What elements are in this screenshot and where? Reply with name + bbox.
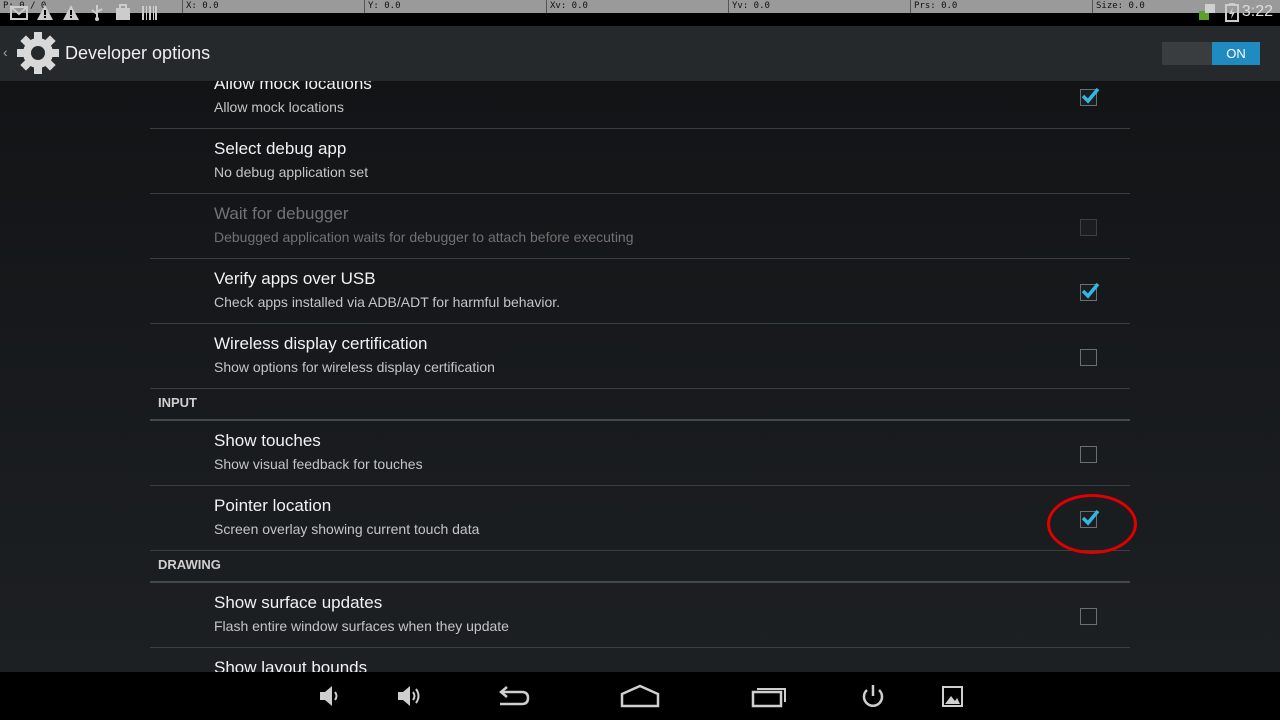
pref-show-surface-updates[interactable]: Show surface updates Flash entire window… [150,583,1130,648]
pref-title: Allow mock locations [214,81,372,93]
pointer-size: Size: 0.0 [1092,0,1145,13]
back-icon[interactable] [492,680,532,712]
developer-options-toggle[interactable]: ON [1162,42,1260,65]
show-touches-checkbox[interactable] [1080,446,1097,463]
allow-mock-locations-checkbox[interactable] [1080,87,1100,106]
pref-pointer-location[interactable]: Pointer location Screen overlay showing … [150,486,1130,551]
pref-summary: Screen overlay showing current touch dat… [214,521,480,537]
action-bar: ‹ Developer options ON [0,26,1280,81]
pref-title: Verify apps over USB [214,269,376,288]
pref-summary: Show options for wireless display certif… [214,359,495,375]
power-icon[interactable] [853,680,893,712]
barcode-icon [142,6,157,20]
recents-icon[interactable] [750,680,790,712]
pointer-x: X: 0.0 [182,0,219,13]
pointer-location-overlay: P: 0 / 0 X: 0.0 Y: 0.0 Xv: 0.0 Yv: 0.0 P… [0,0,1280,13]
wait-for-debugger-checkbox [1080,219,1097,236]
pref-summary: Allow mock locations [214,99,344,115]
pref-title: Wireless display certification [214,334,428,353]
section-header-drawing: DRAWING [150,551,1130,583]
pref-title: Show touches [214,431,321,450]
annotation-circle [1047,494,1137,554]
pref-summary: Check apps installed via ADB/ADT for har… [214,294,561,310]
volume-down-icon[interactable] [308,680,348,712]
settings-gear-icon[interactable] [14,29,62,77]
pref-title: Show layout bounds [214,658,368,672]
home-icon[interactable] [620,680,660,712]
navigation-bar [0,672,1280,720]
wireless-display-certification-checkbox[interactable] [1080,349,1097,366]
section-title: DRAWING [158,557,221,572]
bag-icon [116,4,130,20]
section-header-input: INPUT [150,389,1130,421]
pref-summary: Show visual feedback for touches [214,456,423,472]
status-bar: P: 0 / 0 X: 0.0 Y: 0.0 Xv: 0.0 Yv: 0.0 P… [0,0,1280,26]
mail-icon [10,6,28,20]
pref-show-touches[interactable]: Show touches Show visual feedback for to… [150,421,1130,486]
pref-summary: Debugged application waits for debugger … [214,229,634,245]
section-title: INPUT [158,395,197,410]
page-title: Developer options [65,43,211,63]
settings-list[interactable]: Allow mock locations Allow mock location… [0,81,1280,672]
screenshot-icon[interactable] [932,680,972,712]
warning-icon [37,5,53,20]
verify-apps-over-usb-checkbox[interactable] [1080,282,1100,301]
pref-wait-for-debugger: Wait for debugger Debugged application w… [150,194,1130,259]
pref-title: Pointer location [214,496,332,515]
clock: 3:22 [1241,3,1273,20]
volume-up-icon[interactable] [388,680,428,712]
pref-title: Select debug app [214,139,347,158]
up-chevron-icon[interactable]: ‹ [3,44,8,60]
toggle-on-label: ON [1212,42,1260,65]
pointer-xv: Xv: 0.0 [546,0,588,13]
pointer-prs: Prs: 0.0 [910,0,957,13]
pref-title: Wait for debugger [214,204,349,223]
pref-verify-apps-over-usb[interactable]: Verify apps over USB Check apps installe… [150,259,1130,324]
pref-select-debug-app[interactable]: Select debug app No debug application se… [150,129,1130,194]
pref-title: Show surface updates [214,593,383,612]
pref-show-layout-bounds[interactable]: Show layout bounds [150,648,1130,672]
pref-summary: No debug application set [214,164,369,180]
pointer-y: Y: 0.0 [364,0,401,13]
show-surface-updates-checkbox[interactable] [1080,608,1097,625]
pointer-yv: Yv: 0.0 [728,0,770,13]
network-icon [1199,4,1215,20]
usb-icon [91,5,103,21]
pref-summary: Flash entire window surfaces when they u… [214,618,509,634]
battery-icon [1225,3,1239,22]
pref-allow-mock-locations[interactable]: Allow mock locations Allow mock location… [150,81,1130,129]
warning-icon [63,5,79,20]
pref-wireless-display-certification[interactable]: Wireless display certification Show opti… [150,324,1130,389]
